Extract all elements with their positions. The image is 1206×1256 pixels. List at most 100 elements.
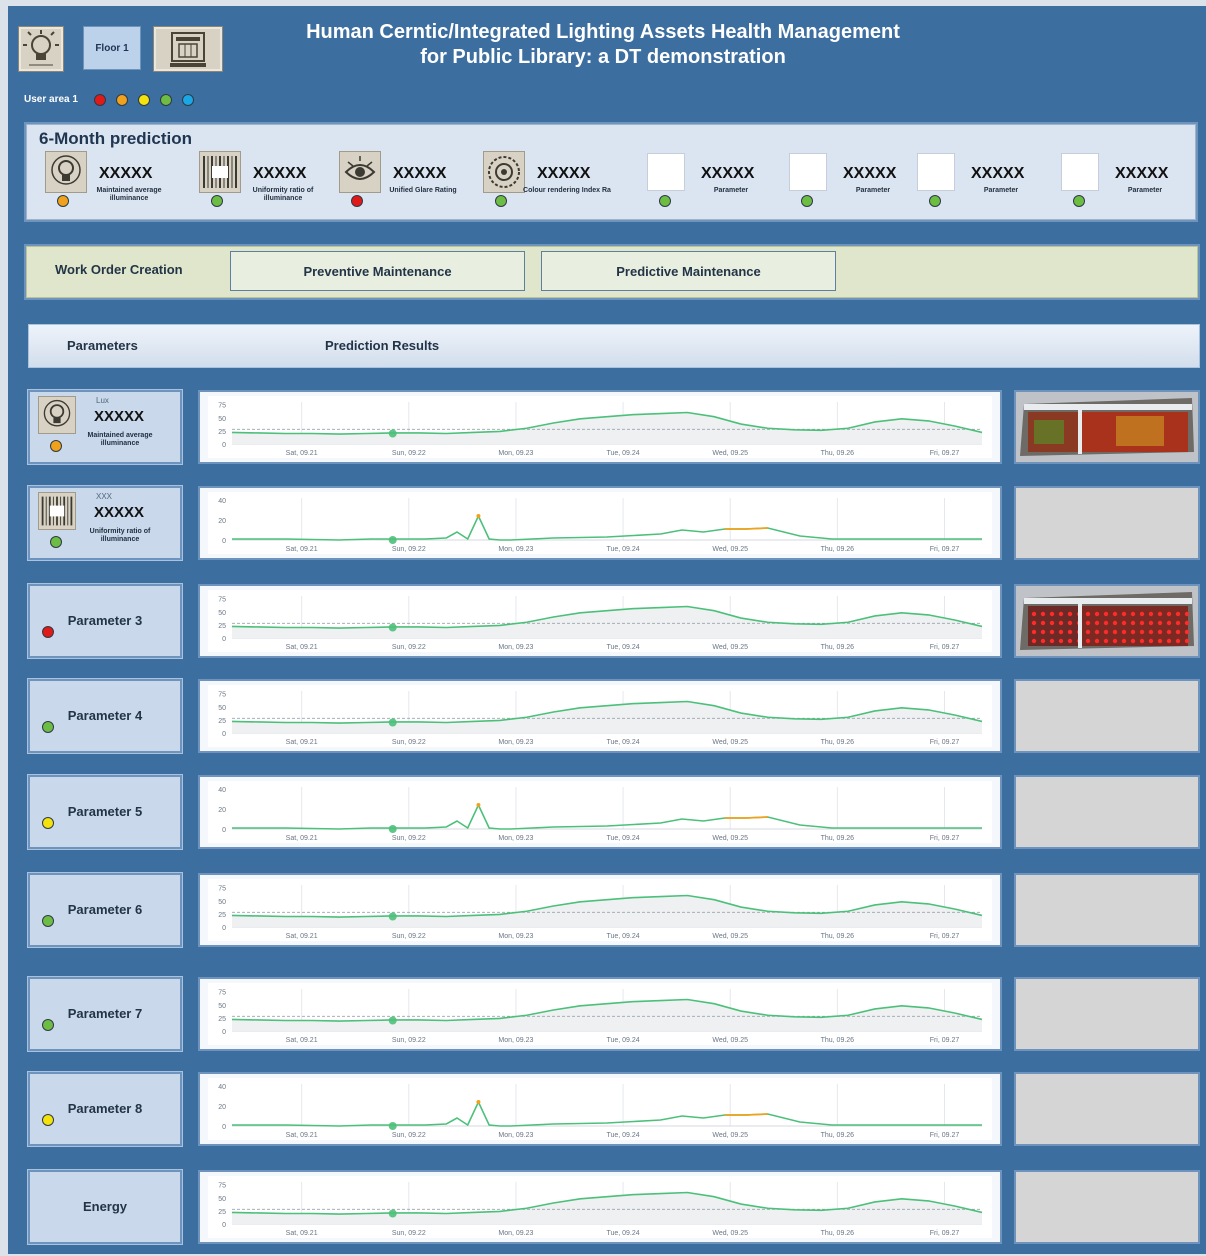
color-wheel-icon-svg — [488, 156, 520, 188]
prediction-title: 6-Month prediction — [39, 129, 192, 148]
parameter-card[interactable]: Parameter 3 — [28, 584, 182, 658]
parameters-column-header: Parameters — [67, 338, 138, 353]
parameter-status-dot — [42, 1114, 54, 1126]
floor-button[interactable]: Floor 1 — [83, 26, 141, 70]
render-light-point — [1148, 620, 1154, 626]
prediction-chart-panel[interactable]: Sat, 09.21 Sun, 09.22 Mon, 09.23 Tue, 09.24… — [198, 1170, 1002, 1244]
render-thumbnail-empty[interactable] — [1014, 1072, 1200, 1146]
render-light-point — [1175, 638, 1181, 644]
parameter-card[interactable]: XXX XXXXX Uniformity ratio of illuminance — [28, 486, 182, 560]
highlight-point — [476, 514, 481, 518]
render-light-point — [1130, 629, 1136, 635]
current-marker — [388, 1122, 397, 1130]
parameter-card[interactable]: Parameter 5 — [28, 775, 182, 849]
prediction-chart: Sat, 09.21 Sun, 09.22 Mon, 09.23 Tue, 09.24… — [218, 498, 982, 553]
render-light-point — [1058, 611, 1064, 617]
uniformity-grid-icon-svg — [203, 156, 237, 188]
prediction-chart: Sat, 09.21 Sun, 09.22 Mon, 09.23 Tue, 09.24… — [218, 1084, 982, 1139]
highlight-segment — [724, 816, 768, 819]
prediction-chart-panel[interactable]: Sat, 09.21 Sun, 09.22 Mon, 09.23 Tue, 09.24… — [198, 390, 1002, 464]
wheel-hub — [501, 169, 507, 175]
render-thumbnail[interactable] — [1014, 584, 1200, 658]
x-tick-label: Wed, 09.25 — [712, 450, 748, 457]
parameter-card[interactable]: Parameter 8 — [28, 1072, 182, 1146]
page-title-line2: for Public Library: a DT demonstration — [420, 46, 786, 68]
chart-area: Sat, 09.21 Sun, 09.22 Mon, 09.23 Tue, 09.24… — [208, 983, 992, 1045]
prediction-chart-panel[interactable]: Sat, 09.21 Sun, 09.22 Mon, 09.23 Tue, 09.24… — [198, 775, 1002, 849]
parameter-card[interactable]: Lux XXXXX Maintained average illuminance — [28, 390, 182, 464]
render-thumbnail-empty[interactable] — [1014, 775, 1200, 849]
x-tick-label: Sun, 09.22 — [392, 1037, 426, 1044]
light-bulb-icon[interactable] — [18, 26, 64, 72]
y-tick-label: 20 — [218, 1104, 226, 1111]
x-tick-label: Tue, 09.24 — [606, 835, 639, 842]
y-tick-label: 75 — [218, 403, 226, 410]
render-thumbnail-empty[interactable] — [1014, 977, 1200, 1051]
x-tick-label: Wed, 09.25 — [712, 739, 748, 746]
prediction-chart-panel[interactable]: Sat, 09.21 Sun, 09.22 Mon, 09.23 Tue, 09.24… — [198, 1072, 1002, 1146]
parameter-card[interactable]: Parameter 6 — [28, 873, 182, 947]
x-tick-label: Sun, 09.22 — [392, 644, 426, 651]
render-light-point — [1094, 638, 1100, 644]
render-thumbnail-empty[interactable] — [1014, 679, 1200, 753]
current-marker — [388, 536, 397, 544]
x-tick-label: Fri, 09.27 — [930, 739, 960, 746]
render-light-point — [1031, 638, 1037, 644]
render-zone-green — [1034, 420, 1064, 444]
grid-center — [212, 166, 228, 178]
highlight-segment — [724, 527, 768, 530]
chart-area: Sat, 09.21 Sun, 09.22 Mon, 09.23 Tue, 09.24… — [208, 1078, 992, 1140]
book-return-icon[interactable] — [153, 26, 223, 72]
parameter-unit: XXX — [96, 492, 113, 501]
kpi-value: XXXXX — [253, 165, 307, 182]
predictive-maintenance-button[interactable]: Predictive Maintenance — [541, 251, 836, 291]
y-tick-label: 50 — [218, 1003, 226, 1010]
render-light-point — [1184, 638, 1190, 644]
blank-icon — [789, 153, 827, 191]
render-light-point — [1031, 620, 1037, 626]
prediction-chart-panel[interactable]: Sat, 09.21 Sun, 09.22 Mon, 09.23 Tue, 09.24… — [198, 873, 1002, 947]
parameter-card[interactable]: Energy — [28, 1170, 182, 1244]
render-light-point — [1058, 620, 1064, 626]
x-tick-label: Sat, 09.21 — [286, 1132, 318, 1139]
chart-area: Sat, 09.21 Sun, 09.22 Mon, 09.23 Tue, 09.24… — [208, 396, 992, 458]
render-thumbnail-empty[interactable] — [1014, 486, 1200, 560]
render-light-point — [1121, 620, 1127, 626]
render-light-point — [1139, 638, 1145, 644]
render-light-point — [1112, 629, 1118, 635]
render-thumbnail[interactable] — [1014, 390, 1200, 464]
prediction-chart-panel[interactable]: Sat, 09.21 Sun, 09.22 Mon, 09.23 Tue, 09.24… — [198, 977, 1002, 1051]
current-marker — [388, 718, 397, 727]
render-thumbnail-empty[interactable] — [1014, 873, 1200, 947]
parameter-card[interactable]: Parameter 7 — [28, 977, 182, 1051]
prediction-chart-panel[interactable]: Sat, 09.21 Sun, 09.22 Mon, 09.23 Tue, 09.24… — [198, 486, 1002, 560]
series-line — [232, 803, 982, 830]
kpi-status-dot — [351, 195, 363, 207]
render-light-point — [1166, 611, 1172, 617]
render-light-point — [1130, 620, 1136, 626]
x-tick-label: Thu, 09.26 — [821, 644, 855, 651]
parameter-unit: Lux — [96, 396, 109, 405]
prediction-chart-panel[interactable]: Sat, 09.21 Sun, 09.22 Mon, 09.23 Tue, 09.24… — [198, 679, 1002, 753]
page-title: Human Cerntic/Integrated Lighting Assets… — [218, 20, 988, 70]
y-tick-label: 0 — [222, 1222, 226, 1229]
parameter-card[interactable]: Parameter 4 — [28, 679, 182, 753]
parameter-status-dot — [42, 1019, 54, 1031]
preventive-maintenance-button[interactable]: Preventive Maintenance — [230, 251, 525, 291]
x-tick-label: Tue, 09.24 — [606, 546, 639, 553]
render-thumbnail-empty[interactable] — [1014, 1170, 1200, 1244]
work-order-label: Work Order Creation — [55, 262, 183, 277]
parameter-description: Uniformity ratio of illuminance — [89, 528, 151, 543]
render-light-point — [1049, 611, 1055, 617]
render-light-point — [1112, 611, 1118, 617]
user-area-status-dot — [182, 94, 194, 106]
prediction-chart: Sat, 09.21 Sun, 09.22 Mon, 09.23 Tue, 09.24… — [218, 787, 982, 842]
kpi-status-dot — [1073, 195, 1085, 207]
x-tick-label: Sat, 09.21 — [286, 1037, 318, 1044]
render-light-point — [1049, 638, 1055, 644]
page-title-line1: Human Cerntic/Integrated Lighting Assets… — [306, 21, 900, 43]
x-tick-label: Tue, 09.24 — [606, 1132, 639, 1139]
y-tick-label: 0 — [222, 1124, 226, 1131]
uniformity-grid-icon — [38, 492, 76, 530]
prediction-chart-panel[interactable]: Sat, 09.21 Sun, 09.22 Mon, 09.23 Tue, 09.24… — [198, 584, 1002, 658]
